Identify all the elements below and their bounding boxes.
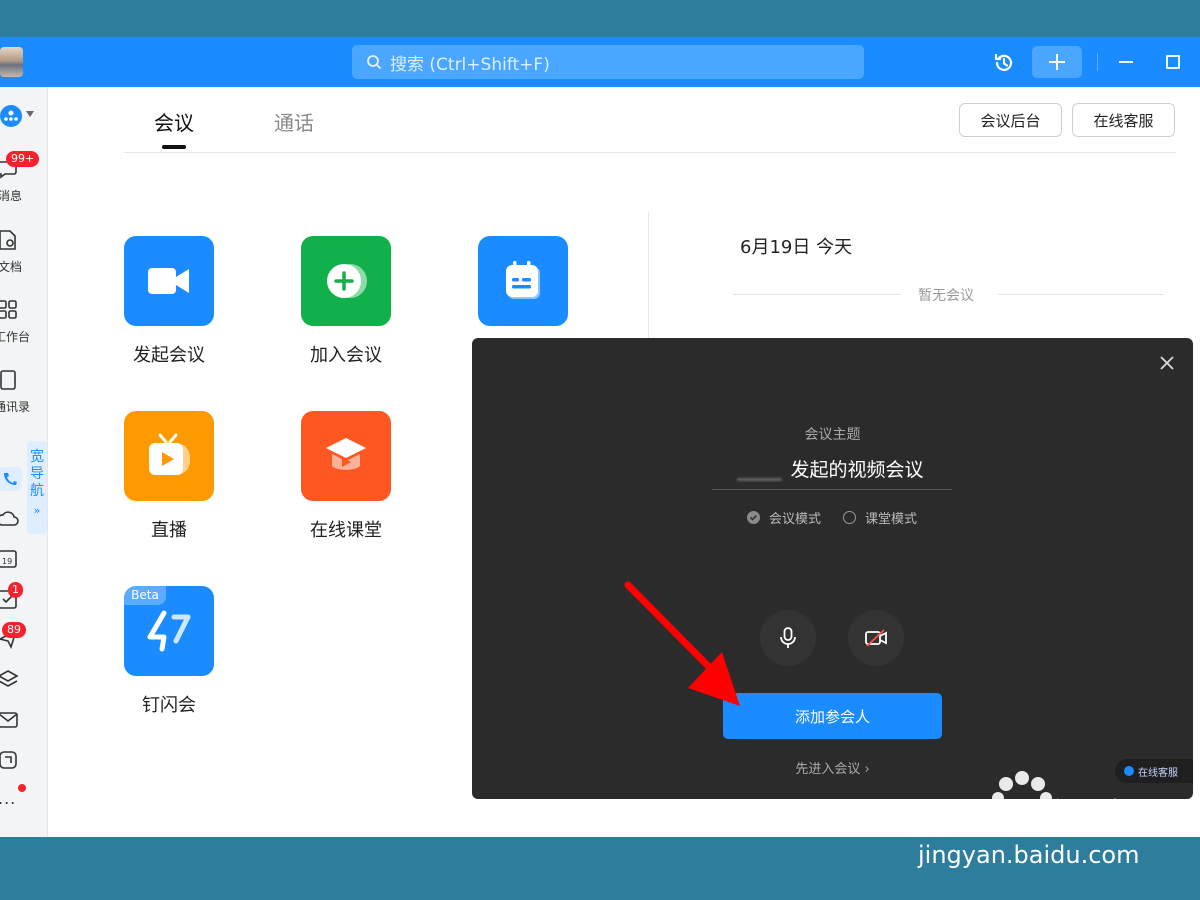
close-button[interactable]	[1156, 352, 1178, 374]
history-button[interactable]	[990, 49, 1018, 77]
svg-text:19: 19	[2, 557, 12, 566]
create-button[interactable]	[1032, 46, 1082, 78]
video-camera-icon	[148, 268, 189, 294]
close-icon	[1160, 356, 1174, 370]
org-switcher-icon[interactable]	[0, 105, 22, 127]
meeting-backend-button[interactable]: 会议后台	[959, 103, 1062, 137]
search-input[interactable]: 搜索 (Ctrl+Shift+F)	[352, 45, 864, 79]
cloud-icon[interactable]	[0, 507, 20, 529]
no-meeting-text: 暂无会议	[918, 288, 974, 304]
maximize-icon	[1166, 55, 1180, 69]
chevron-down-icon[interactable]	[26, 111, 34, 117]
search-placeholder: 搜索 (Ctrl+Shift+F)	[390, 54, 550, 75]
meeting-mode-option[interactable]: 会议模式	[747, 508, 821, 527]
join-meeting-label: 加入会议	[310, 345, 382, 366]
title-bar: 搜索 (Ctrl+Shift+F)	[0, 37, 1200, 87]
layers-icon[interactable]	[0, 667, 20, 691]
microphone-icon	[780, 627, 796, 648]
radio-checked-icon	[747, 511, 760, 524]
watermark-brand: Baidu经验	[920, 797, 1128, 840]
redacted-name	[737, 478, 782, 481]
sidebar-item-label: 工作台	[0, 330, 31, 344]
online-service-button[interactable]: 在线客服	[1072, 103, 1175, 137]
titlebar-divider	[1097, 53, 1098, 71]
minimize-button[interactable]	[1114, 49, 1138, 75]
apps-grid-icon	[0, 300, 17, 319]
start-meeting-label: 发起会议	[133, 345, 205, 366]
add-participants-button[interactable]: 添加参会人	[723, 693, 942, 739]
graduation-cap-icon	[326, 438, 366, 470]
floating-service-label: 在线客服	[1138, 767, 1178, 779]
sidebar: 99+ 消息 文档 工作台 通讯录 宽 导 航 » 19 1 89 ..	[0, 87, 48, 837]
start-meeting-dialog: 会议主题 发起的视频会议 会议模式 课堂模式 添加参会人 先进入会议 ›	[472, 338, 1193, 799]
beta-tag: Beta	[124, 586, 166, 605]
minimize-icon	[1119, 61, 1133, 63]
sidebar-item-contacts[interactable]: 通讯录	[0, 368, 48, 420]
contacts-icon	[0, 370, 16, 390]
calendar-icon	[506, 261, 540, 299]
topic-input[interactable]: 发起的视频会议	[712, 450, 952, 490]
notification-dot	[18, 784, 26, 792]
wide-nav-char: 宽	[30, 449, 44, 465]
active-tab-indicator	[162, 145, 186, 149]
sidebar-item-docs[interactable]: 文档	[0, 228, 48, 280]
unread-badge: 99+	[6, 151, 40, 167]
camera-off-icon	[865, 629, 887, 647]
sidebar-item-label: 文档	[0, 260, 23, 274]
sidebar-item-label: 通讯录	[0, 400, 31, 414]
start-meeting-tile[interactable]	[124, 236, 214, 326]
sidebar-item-workbench[interactable]: 工作台	[0, 298, 48, 350]
history-icon	[994, 53, 1013, 71]
date-label: 6月19日 今天	[740, 237, 853, 258]
online-class-label: 在线课堂	[310, 520, 382, 541]
tab-calls[interactable]: 通话	[274, 107, 314, 136]
divider-line	[998, 294, 1164, 295]
document-icon	[0, 230, 16, 250]
schedule-meeting-tile[interactable]	[478, 236, 568, 326]
double-chevron-right-icon: »	[33, 504, 41, 517]
live-tv-icon	[149, 433, 190, 475]
mail-icon[interactable]	[0, 708, 20, 732]
camera-toggle[interactable]	[848, 610, 904, 666]
baidu-logo-watermark: Baidu经验	[920, 771, 1128, 840]
wide-navigation-toggle[interactable]: 宽 导 航 »	[27, 441, 47, 534]
note-icon[interactable]	[0, 748, 20, 772]
todo-badge: 1	[8, 582, 23, 598]
app-window: 搜索 (Ctrl+Shift+F) 99+ 消息 文档 工作台 通讯录 宽 导 …	[0, 37, 1200, 837]
search-icon	[367, 55, 381, 69]
sidebar-item-messages[interactable]: 99+ 消息	[0, 151, 48, 209]
divider-line	[733, 294, 901, 295]
flash-meeting-tile[interactable]: Beta	[124, 586, 214, 676]
wide-nav-char: 航	[30, 483, 44, 499]
tab-meetings[interactable]: 会议	[154, 107, 194, 136]
user-avatar[interactable]	[0, 47, 23, 77]
live-label: 直播	[151, 520, 187, 541]
online-class-tile[interactable]	[301, 411, 391, 501]
flash-meeting-label: 钉闪会	[142, 695, 196, 716]
sidebar-item-label: 消息	[0, 189, 23, 203]
meeting-phone-icon[interactable]	[0, 467, 22, 491]
class-mode-label: 课堂模式	[865, 512, 918, 527]
mode-selector: 会议模式 课堂模式	[747, 508, 939, 527]
more-apps-icon[interactable]: ...	[0, 789, 16, 808]
join-meeting-tile[interactable]	[301, 236, 391, 326]
maximize-button[interactable]	[1160, 49, 1186, 75]
wide-nav-char: 导	[30, 466, 44, 482]
microphone-toggle[interactable]	[760, 610, 816, 666]
class-mode-option[interactable]: 课堂模式	[843, 508, 917, 527]
watermark-url: jingyan.baidu.com	[918, 841, 1140, 869]
lightning-icon	[147, 610, 191, 652]
join-plus-icon	[327, 264, 367, 298]
plus-icon	[1049, 54, 1065, 70]
topic-label: 会议主题	[804, 427, 861, 443]
ding-badge: 89	[2, 622, 26, 638]
live-tile[interactable]	[124, 411, 214, 501]
meeting-mode-label: 会议模式	[769, 512, 822, 527]
panel-divider	[648, 212, 649, 342]
calendar-icon[interactable]: 19	[0, 546, 20, 570]
radio-unchecked-icon	[843, 511, 857, 524]
